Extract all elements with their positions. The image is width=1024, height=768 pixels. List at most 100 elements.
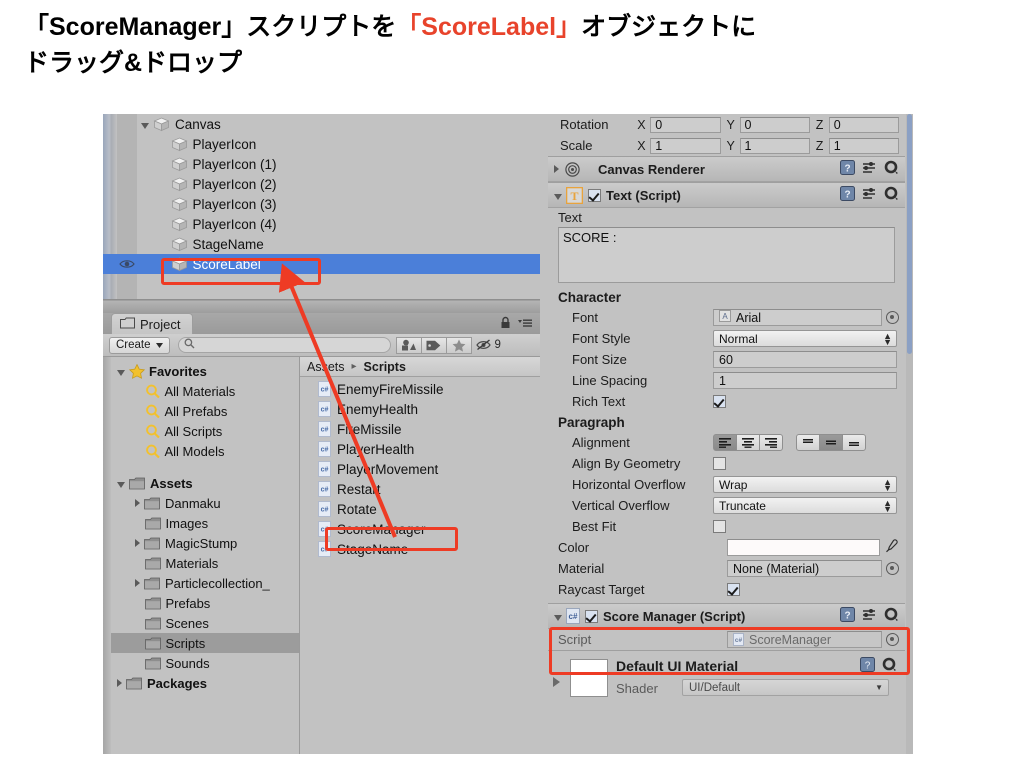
expand-arrow-icon[interactable] [135, 539, 140, 547]
collapse-arrow-icon[interactable] [117, 481, 125, 488]
font-objectfield[interactable]: A Arial [713, 309, 882, 326]
hierarchy-item-playericon-3[interactable]: PlayerIcon (3) [103, 194, 540, 214]
component-header-text[interactable]: T Text (Script) ? [548, 182, 905, 208]
inspector-scrollbar[interactable] [906, 114, 913, 754]
collapse-arrow-icon[interactable] [554, 614, 562, 621]
text-value-textarea[interactable]: SCORE : [558, 227, 895, 283]
project-tree-item-all-scripts[interactable]: All Scripts [103, 421, 299, 441]
align-middle-button[interactable] [819, 434, 843, 451]
scale-z-field[interactable]: 1 [828, 137, 899, 154]
help-icon[interactable]: ? [840, 607, 855, 625]
project-tree-item-danmaku[interactable]: Danmaku [103, 493, 299, 513]
align-top-button[interactable] [796, 434, 820, 451]
project-tree-item-sounds[interactable]: Sounds [103, 653, 299, 673]
project-tree-scroll-gutter[interactable] [103, 357, 111, 754]
collapse-arrow-icon[interactable] [141, 122, 149, 129]
hierarchy-item-playericon-2[interactable]: PlayerIcon (2) [103, 174, 540, 194]
align-left-button[interactable] [713, 434, 737, 451]
hidden-packages-count[interactable]: 9 [475, 339, 501, 351]
expand-arrow-icon[interactable] [135, 499, 140, 507]
rotation-z-field[interactable]: 0 [828, 116, 899, 133]
align-right-button[interactable] [759, 434, 783, 451]
search-input[interactable] [177, 337, 391, 353]
hierarchy-item-canvas[interactable]: Canvas [103, 114, 540, 134]
collapse-arrow-icon[interactable] [117, 369, 125, 376]
asset-item-rotate[interactable]: c# Rotate [300, 499, 540, 519]
best-fit-checkbox[interactable] [713, 520, 726, 533]
preset-icon[interactable] [862, 161, 877, 178]
help-icon[interactable]: ? [840, 160, 855, 178]
project-tree-item-images[interactable]: Images [103, 513, 299, 533]
scale-y-field[interactable]: 1 [739, 137, 810, 154]
visibility-toggle-icon[interactable] [119, 258, 135, 270]
filter-by-label-button[interactable] [420, 336, 447, 354]
score-manager-enabled-checkbox[interactable] [585, 609, 598, 623]
inspector-scroll-thumb[interactable] [907, 114, 912, 354]
gear-icon[interactable] [884, 160, 899, 178]
asset-item-restart[interactable]: c# Restart [300, 479, 540, 499]
expand-arrow-icon[interactable] [553, 677, 560, 687]
material-objectfield[interactable]: None (Material) [727, 560, 882, 577]
object-picker-icon[interactable] [886, 311, 899, 324]
asset-item-playermovement[interactable]: c# PlayerMovement [300, 459, 540, 479]
project-tree-item-all-materials[interactable]: All Materials [103, 381, 299, 401]
font-size-field[interactable]: 60 [713, 351, 897, 368]
asset-item-enemyfiremissile[interactable]: c# EnemyFireMissile [300, 379, 540, 399]
create-button[interactable]: Create [109, 336, 170, 354]
gear-icon[interactable] [884, 186, 899, 204]
project-tree-item-magicstump[interactable]: MagicStump [103, 533, 299, 553]
object-picker-icon[interactable] [886, 562, 899, 575]
tab-project[interactable]: Project [111, 313, 194, 334]
preset-icon[interactable] [862, 187, 877, 204]
asset-item-enemyhealth[interactable]: c# EnemyHealth [300, 399, 540, 419]
panel-divider[interactable] [103, 299, 540, 314]
expand-arrow-icon[interactable] [554, 165, 559, 173]
project-tree-item-packages[interactable]: Packages [103, 673, 299, 693]
lock-icon[interactable] [500, 316, 511, 334]
breadcrumb-root[interactable]: Assets [307, 360, 345, 374]
horizontal-overflow-dropdown[interactable]: Wrap ▲ ▼ [713, 476, 897, 493]
project-tree-item-all-models[interactable]: All Models [103, 441, 299, 461]
asset-item-playerhealth[interactable]: c# PlayerHealth [300, 439, 540, 459]
favorite-star-button[interactable] [445, 336, 472, 354]
asset-item-scoremanager[interactable]: c# ScoreManager [300, 519, 540, 539]
rotation-x-field[interactable]: 0 [650, 116, 721, 133]
menu-icon[interactable] [517, 316, 533, 334]
asset-item-firemissile[interactable]: c# FireMissile [300, 419, 540, 439]
collapse-arrow-icon[interactable] [554, 193, 562, 200]
filter-by-type-button[interactable] [395, 336, 422, 354]
hierarchy-item-stagename[interactable]: StageName [103, 234, 540, 254]
rich-text-checkbox[interactable] [713, 395, 726, 408]
raycast-target-checkbox[interactable] [727, 583, 740, 596]
project-tree-item-prefabs[interactable]: Prefabs [103, 593, 299, 613]
project-tree-item-scenes[interactable]: Scenes [103, 613, 299, 633]
project-tree-item-favorites[interactable]: Favorites [103, 361, 299, 381]
help-icon[interactable]: ? [860, 657, 875, 677]
font-style-dropdown[interactable]: Normal ▲ ▼ [713, 330, 897, 347]
hierarchy-item-scorelabel[interactable]: ScoreLabel [103, 254, 540, 274]
shader-dropdown[interactable]: UI/Default ▼ [682, 679, 889, 696]
hierarchy-item-playericon-1[interactable]: PlayerIcon (1) [103, 154, 540, 174]
help-icon[interactable]: ? [840, 186, 855, 204]
align-by-geometry-checkbox[interactable] [713, 457, 726, 470]
hierarchy-item-playericon[interactable]: PlayerIcon [103, 134, 540, 154]
project-tree-item-assets[interactable]: Assets [103, 473, 299, 493]
line-spacing-field[interactable]: 1 [713, 372, 897, 389]
project-tree-item-all-prefabs[interactable]: All Prefabs [103, 401, 299, 421]
gear-icon[interactable] [884, 607, 899, 625]
align-bottom-button[interactable] [842, 434, 866, 451]
vertical-overflow-dropdown[interactable]: Truncate ▲ ▼ [713, 497, 897, 514]
script-objectfield[interactable]: c# ScoreManager [727, 631, 882, 648]
gear-icon[interactable] [882, 657, 897, 677]
expand-arrow-icon[interactable] [117, 679, 122, 687]
project-tree-item-particlecollection[interactable]: Particlecollection_ [103, 573, 299, 593]
text-component-enabled-checkbox[interactable] [588, 188, 601, 202]
rotation-y-field[interactable]: 0 [739, 116, 810, 133]
expand-arrow-icon[interactable] [135, 579, 140, 587]
eyedropper-icon[interactable] [884, 538, 899, 557]
project-tree-item-scripts[interactable]: Scripts [103, 633, 299, 653]
component-header-canvas-renderer[interactable]: Canvas Renderer ? [548, 156, 905, 182]
asset-item-stagename[interactable]: c# StageName [300, 539, 540, 559]
project-tree-item-materials[interactable]: Materials [103, 553, 299, 573]
component-header-score-manager[interactable]: c# Score Manager (Script) ? [548, 603, 905, 629]
